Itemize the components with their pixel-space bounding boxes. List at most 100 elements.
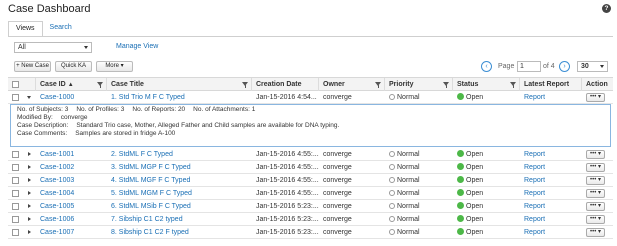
row-checkbox[interactable]: [12, 216, 19, 223]
owner: converge: [323, 177, 352, 184]
quick-ka-button[interactable]: Quick KA: [55, 61, 92, 72]
expand-row-icon[interactable]: [28, 165, 31, 169]
previous-page-icon[interactable]: ‹: [481, 61, 492, 72]
case-id-link[interactable]: Case-1005: [40, 203, 74, 210]
collapse-row-icon[interactable]: [27, 96, 31, 99]
case-id-link-cell: Case-1003: [36, 174, 107, 187]
attachments-value: 1: [251, 106, 256, 113]
table-row[interactable]: Case-1006 7. Sibship C1 C2 typed Jan-15-20…: [8, 213, 613, 226]
reports-value: 20: [177, 106, 186, 113]
case-title-link[interactable]: 1. Std Trio M F C Typed: [111, 94, 185, 101]
filter-icon[interactable]: [510, 82, 516, 88]
col-latest-report[interactable]: Latest Report: [520, 78, 582, 91]
tab-search[interactable]: Search: [43, 21, 79, 37]
latest-report-link[interactable]: Report: [524, 216, 545, 223]
table-row[interactable]: Case-1003 4. StdML MGF F C Typed Jan-15-20…: [8, 174, 613, 187]
select-all-checkbox[interactable]: [12, 81, 19, 88]
table-row[interactable]: Case-1000 1. Std Trio M F C Typed Jan-15-2…: [8, 91, 613, 104]
case-title-link[interactable]: 6. StdML MSib F C Typed: [111, 203, 191, 210]
latest-report-link[interactable]: Report: [524, 164, 545, 171]
expand-row-icon[interactable]: [28, 191, 31, 195]
table-row[interactable]: Case-1001 2. StdML F C Typed Jan-15-2016 4…: [8, 148, 613, 161]
latest-report-link[interactable]: Report: [524, 94, 545, 101]
row-action-button[interactable]: ••• ▾: [586, 150, 605, 159]
case-title-link[interactable]: 7. Sibship C1 C2 typed: [111, 216, 183, 223]
status: Open: [466, 94, 484, 101]
row-action-button[interactable]: ••• ▾: [586, 189, 605, 198]
page-number-input[interactable]: 1: [517, 61, 541, 72]
col-owner[interactable]: Owner: [319, 78, 385, 91]
creation-date-cell: Jan-15-2016 5:23:...: [252, 200, 319, 213]
table-row[interactable]: Case-1002 3. StdML MGP F C Typed Jan-15-20…: [8, 161, 613, 174]
more-button[interactable]: More ▾: [96, 61, 133, 72]
status: Open: [466, 151, 484, 158]
status-cell: Open: [453, 187, 520, 200]
case-title-link[interactable]: 4. StdML MGF F C Typed: [111, 177, 190, 184]
manage-view-link[interactable]: Manage View: [116, 43, 158, 50]
case-title-link-cell: 4. StdML MGF F C Typed: [107, 174, 252, 187]
case-id-link[interactable]: Case-1006: [40, 216, 74, 223]
col-status[interactable]: Status: [453, 78, 520, 91]
row-action-button[interactable]: ••• ▾: [586, 176, 605, 185]
row-checkbox[interactable]: [12, 190, 19, 197]
description-value: Standard Trio case, Mother, Alleged Fath…: [76, 122, 340, 129]
row-action-button[interactable]: ••• ▾: [586, 215, 605, 224]
status-cell: Open: [453, 226, 520, 239]
case-title-link[interactable]: 3. StdML MGP F C Typed: [111, 164, 191, 171]
rows-per-page-select[interactable]: 30: [577, 61, 608, 72]
priority-radio-icon: [389, 177, 395, 183]
row-checkbox[interactable]: [12, 151, 19, 158]
filter-icon[interactable]: [97, 82, 103, 88]
case-id-link[interactable]: Case-1007: [40, 229, 74, 236]
filter-icon[interactable]: [375, 82, 381, 88]
row-checkbox[interactable]: [12, 177, 19, 184]
owner-cell: converge: [319, 226, 385, 239]
filter-icon[interactable]: [443, 82, 449, 88]
case-id-link[interactable]: Case-1003: [40, 177, 74, 184]
table-row[interactable]: Case-1005 6. StdML MSib F C Typed Jan-15-2…: [8, 200, 613, 213]
case-id-link[interactable]: Case-1001: [40, 151, 74, 158]
case-id-link[interactable]: Case-1004: [40, 190, 74, 197]
owner: converge: [323, 216, 352, 223]
row-checkbox[interactable]: [12, 229, 19, 236]
priority-cell: Normal: [385, 174, 453, 187]
new-case-button[interactable]: + New Case: [14, 61, 51, 72]
case-id-link[interactable]: Case-1000: [40, 94, 74, 101]
row-checkbox[interactable]: [12, 94, 19, 101]
case-title-link[interactable]: 5. StdML MGM F C Typed: [111, 190, 192, 197]
latest-report-link[interactable]: Report: [524, 151, 545, 158]
filter-icon[interactable]: [242, 82, 248, 88]
next-page-icon[interactable]: ›: [559, 61, 570, 72]
profiles-value: 3: [120, 106, 125, 113]
row-checkbox[interactable]: [12, 203, 19, 210]
col-case-id[interactable]: Case ID ▲: [36, 78, 107, 91]
case-title-link[interactable]: 8. Sibship C1 C2 F typed: [111, 229, 189, 236]
col-priority[interactable]: Priority: [385, 78, 453, 91]
owner: converge: [323, 203, 352, 210]
row-action-button[interactable]: ••• ▾: [586, 202, 605, 211]
expand-row-icon[interactable]: [28, 152, 31, 156]
creation-date: Jan-15-2016 4:55:...: [256, 177, 319, 184]
expand-row-icon[interactable]: [28, 217, 31, 221]
case-id-link[interactable]: Case-1002: [40, 164, 74, 171]
expand-row-icon[interactable]: [28, 178, 31, 182]
tab-views[interactable]: Views: [8, 21, 43, 37]
col-creation-date[interactable]: Creation Date: [252, 78, 319, 91]
priority: Normal: [397, 229, 420, 236]
latest-report-link[interactable]: Report: [524, 177, 545, 184]
latest-report-link[interactable]: Report: [524, 203, 545, 210]
case-title-link[interactable]: 2. StdML F C Typed: [111, 151, 173, 158]
row-action-button[interactable]: ••• ▾: [586, 93, 605, 102]
view-filter-select[interactable]: All: [14, 42, 92, 53]
table-row[interactable]: Case-1004 5. StdML MGM F C Typed Jan-15-20…: [8, 187, 613, 200]
col-case-title[interactable]: Case Title: [107, 78, 252, 91]
expand-row-icon[interactable]: [28, 230, 31, 234]
expand-row-icon[interactable]: [28, 204, 31, 208]
row-checkbox[interactable]: [12, 164, 19, 171]
help-icon[interactable]: ?: [602, 4, 611, 13]
latest-report-link[interactable]: Report: [524, 229, 545, 236]
row-action-button[interactable]: ••• ▾: [586, 228, 605, 237]
latest-report-link[interactable]: Report: [524, 190, 545, 197]
row-action-button[interactable]: ••• ▾: [586, 163, 605, 172]
table-row[interactable]: Case-1007 8. Sibship C1 C2 F typed Jan-15-…: [8, 226, 613, 239]
